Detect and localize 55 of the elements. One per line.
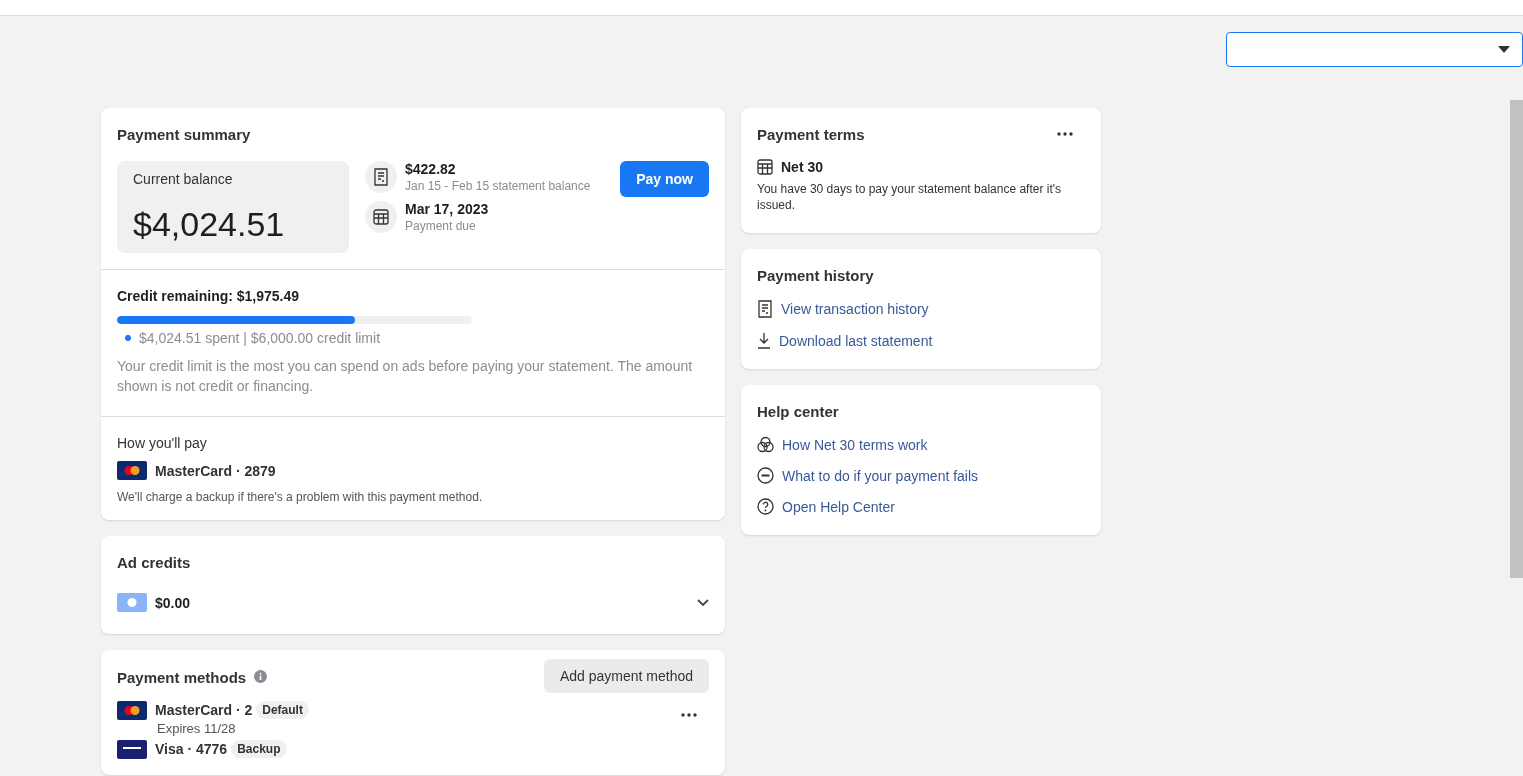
payment-method-name: MasterCard · 2 (155, 702, 253, 718)
credit-amount: $0.00 (155, 594, 192, 611)
add-payment-method-button[interactable]: Add payment method (543, 659, 709, 693)
info-icon (254, 669, 268, 683)
credit-legend: $4,024.51 spent | $6,000.00 credit limit (139, 330, 380, 346)
more-icon (681, 713, 697, 717)
account-dropdown[interactable] (1226, 32, 1523, 67)
legend-dot (125, 335, 131, 341)
link[interactable]: View transaction history (781, 301, 929, 317)
card-title: Payment terms (757, 126, 865, 143)
credit-remaining: Credit remaining: $1,975.49 (117, 288, 301, 304)
plan-name: Net 30 (781, 159, 824, 175)
receipt-icon (757, 300, 773, 318)
card-icon (117, 461, 147, 480)
statement-amount: $422.82 (405, 161, 457, 177)
terms-description: You have 30 days to pay your statement balance after it's issued. (757, 181, 1063, 213)
backup-note: We'll charge a backup if there's a problem with this payment method. (117, 490, 484, 504)
section-title: How you'll pay (117, 435, 208, 451)
credit-note: Your credit limit is the most you can spend on ads before paying your statement. The amount shown is not credit or financing. (117, 357, 694, 396)
link[interactable]: Open Help Center (782, 498, 895, 515)
due-date: Mar 17, 2023 (405, 201, 489, 217)
balance-amount: $4,024.51 (133, 205, 286, 244)
pay-now-button[interactable]: Pay now (620, 161, 709, 197)
statement-caption: Jan 15 - Feb 15 statement balance (405, 179, 591, 193)
status-tag: Backup (231, 740, 287, 758)
payment-method-name: Visa · 4776 (155, 741, 228, 757)
help-icon (757, 498, 774, 515)
status-tag: Default (256, 701, 309, 719)
circles-icon (757, 436, 774, 453)
chevron-icon (697, 598, 709, 607)
download-icon (757, 332, 771, 349)
card-title: Payment history (757, 267, 875, 284)
calendar-icon (757, 159, 773, 175)
card-title: Ad credits (117, 554, 192, 571)
calendar-icon (373, 209, 389, 225)
card-title: Payment methods (117, 668, 247, 686)
link[interactable]: Download last statement (779, 332, 933, 349)
more-icon (1057, 131, 1073, 136)
balance-label: Current balance (133, 171, 234, 187)
discount-icon (117, 593, 147, 612)
minus-circle-icon (757, 467, 774, 484)
more-button[interactable] (681, 713, 697, 717)
card-icon (117, 701, 147, 720)
card-title: Payment summary (117, 126, 252, 143)
receipt-icon (373, 168, 389, 186)
due-caption: Payment due (405, 219, 477, 233)
card-icon (117, 740, 147, 759)
expiry-date: Expires 11/28 (157, 721, 237, 736)
more-button[interactable] (1057, 131, 1073, 136)
caret-icon (1498, 46, 1510, 53)
link[interactable]: What to do if your payment fails (782, 467, 979, 484)
expand-button[interactable] (697, 598, 709, 607)
card-title: Help center (757, 403, 840, 420)
link[interactable]: How Net 30 terms work (782, 436, 928, 453)
payment-method-name: MasterCard · 2879 (155, 462, 276, 479)
